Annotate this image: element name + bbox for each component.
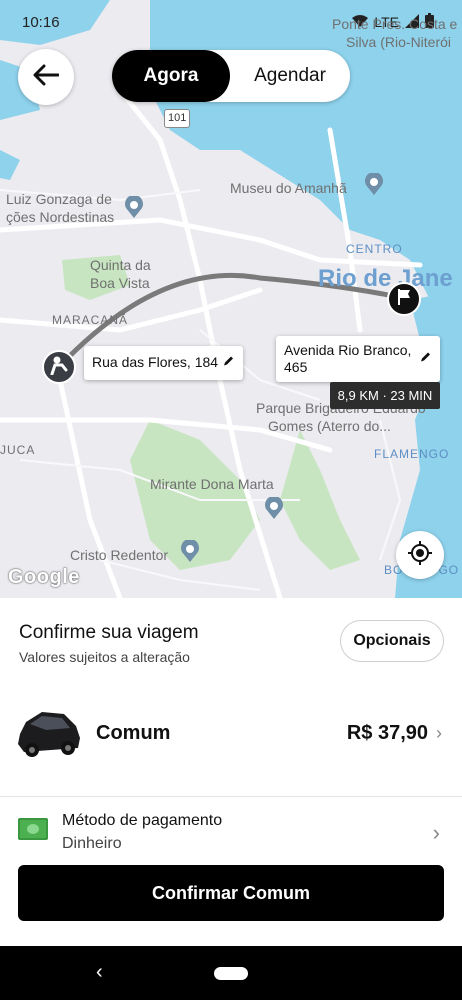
cash-icon: [18, 818, 48, 840]
android-nav-bar: ‹: [0, 946, 462, 1000]
sheet-subtitle: Valores sujeitos a alteração: [19, 649, 190, 665]
camera-poi-icon: [180, 538, 200, 566]
map-label-museu: Museu do Amanhã: [230, 180, 347, 196]
map-label-mirante: Mirante Dona Marta: [150, 476, 274, 492]
google-logo: Google: [8, 566, 80, 588]
map-label-juca: JUCA: [0, 443, 36, 457]
sheet-title: Confirme sua viagem: [19, 622, 199, 643]
origin-address: Rua das Flores, 184: [92, 354, 219, 370]
chevron-right-icon: ›: [432, 820, 440, 845]
chevron-right-icon: ›: [436, 723, 442, 743]
car-name: Comum: [96, 722, 171, 744]
nav-home-pill[interactable]: [214, 967, 248, 980]
destination-pin[interactable]: [387, 282, 421, 316]
trip-eta-badge: 8,9 KM · 23 MIN: [330, 382, 440, 409]
camera-poi-icon: [124, 194, 144, 222]
options-button[interactable]: Opcionais: [340, 620, 444, 662]
pencil-icon: [223, 355, 235, 372]
locate-button[interactable]: [396, 531, 444, 579]
crosshair-icon: [407, 540, 433, 571]
divider: [0, 796, 462, 797]
route-shield-101: 101: [164, 109, 191, 128]
map-view[interactable]: 10:16 LTE Ponte Pres. Costa e Silva (Rio…: [0, 0, 462, 598]
car-icon: [16, 704, 84, 762]
origin-bubble[interactable]: Rua das Flores, 184: [84, 346, 243, 380]
map-label-cristo: Cristo Redentor: [70, 547, 169, 563]
map-label-quinta-1: Quinta da: [90, 257, 151, 273]
car-option-row[interactable]: Comum R$ 37,90 ›: [0, 698, 462, 788]
map-label-ponte: Ponte Pres. Costa e: [332, 16, 458, 32]
museum-poi-icon: [364, 171, 384, 199]
person-icon: [49, 355, 69, 380]
flag-icon: [396, 288, 412, 311]
map-label-flamengo: FLAMENGO: [374, 447, 450, 461]
status-time: 10:16: [22, 14, 60, 31]
car-price: R$ 37,90: [346, 722, 428, 744]
payment-title: Método de pagamento: [62, 812, 223, 829]
trip-confirmation-sheet: Confirme sua viagem Valores sujeitos a a…: [0, 598, 462, 946]
map-label-luiz-1: Luiz Gonzaga de: [6, 191, 112, 207]
payment-method-row[interactable]: Método de pagamento Dinheiro ›: [0, 804, 462, 860]
map-label-parque-2: Gomes (Aterro do...: [268, 418, 391, 434]
map-label-maracana: MARACANÃ: [52, 313, 129, 327]
map-label-silva: Silva (Rio-Niterói: [346, 34, 452, 50]
map-label-quinta-2: Boa Vista: [90, 275, 150, 291]
nav-back-icon[interactable]: ‹: [96, 961, 103, 984]
camera-poi-icon: [264, 495, 284, 523]
destination-address-line2: 465: [284, 359, 308, 375]
confirm-ride-button[interactable]: Confirmar Comum: [18, 865, 444, 921]
origin-pin[interactable]: [42, 350, 76, 384]
toggle-schedule[interactable]: Agendar: [230, 50, 350, 102]
map-label-centro: CENTRO: [346, 242, 403, 256]
arrow-left-icon: [33, 64, 60, 91]
payment-value: Dinheiro: [62, 835, 122, 852]
pencil-icon: [420, 351, 432, 368]
destination-bubble[interactable]: Avenida Rio Branco, 465: [276, 336, 440, 382]
back-button[interactable]: [18, 49, 74, 105]
schedule-toggle[interactable]: Agora Agendar: [112, 50, 350, 102]
map-label-rio: Rio de Jane: [318, 265, 453, 292]
toggle-now[interactable]: Agora: [112, 50, 230, 102]
map-label-luiz-2: ções Nordestinas: [6, 209, 115, 225]
destination-address-line1: Avenida Rio Branco,: [284, 342, 412, 358]
